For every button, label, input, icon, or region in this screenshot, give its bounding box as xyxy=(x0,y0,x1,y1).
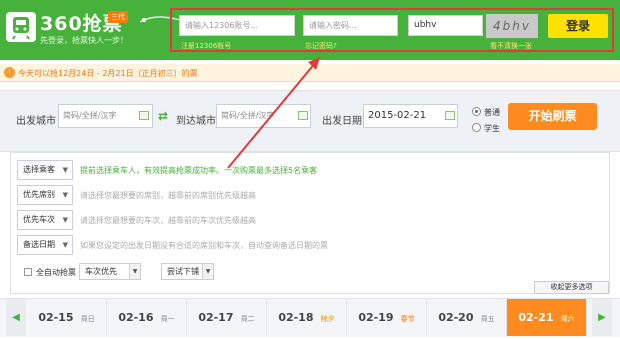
date-tab-date: 02-17 xyxy=(198,311,234,324)
start-booking-button[interactable]: 开始刷票 xyxy=(508,103,597,130)
prev-dates-icon[interactable]: ◀ xyxy=(6,299,26,336)
city-picker-icon[interactable] xyxy=(139,111,149,120)
date-tab-date: 02-15 xyxy=(38,311,74,324)
login-button[interactable]: 登录 xyxy=(548,14,608,38)
from-city-label: 出发城市 xyxy=(16,116,56,127)
auto-booking-label: 全自动抢票 xyxy=(36,268,76,277)
date-tab-date: 02-18 xyxy=(278,311,314,324)
ticket-type-normal-label: 普通 xyxy=(484,108,500,117)
date-tab[interactable]: 02-15 周日 xyxy=(27,299,107,336)
date-tab-weekday: 周日 xyxy=(80,315,95,323)
date-tab[interactable]: 02-20 周五 xyxy=(427,299,507,336)
register-link[interactable]: 注册12306账号 xyxy=(181,41,231,51)
to-city-label: 到达城市 xyxy=(176,116,216,127)
ticket-type-student-label: 学生 xyxy=(484,124,500,133)
date-tab-weekday: 周五 xyxy=(480,315,495,323)
date-tab[interactable]: 02-19 春节 xyxy=(347,299,427,336)
forgot-password-link[interactable]: 忘记密码? xyxy=(305,41,337,51)
date-tab-active[interactable]: 02-21 周六 xyxy=(507,299,587,336)
train-priority-label: 优先车次 xyxy=(23,215,55,224)
seat-hint: 请选择您最想要的席别，越靠前的席别优先级越高 xyxy=(80,191,256,200)
date-tab-date: 02-20 xyxy=(438,311,474,324)
passenger-hint: 提前选择乘车人，有效提高抢票成功率。一次购票最多选择5名乘客 xyxy=(80,166,318,175)
backup-date-dropdown[interactable]: 备选日期 ▼ xyxy=(17,235,73,255)
city-picker-icon[interactable] xyxy=(298,111,308,120)
username-input[interactable]: 请输入12306账号... xyxy=(179,15,295,36)
date-tab-weekday: 周六 xyxy=(560,315,575,323)
date-tab[interactable]: 02-18 除夕 xyxy=(267,299,347,336)
chevron-down-icon: ▼ xyxy=(62,191,68,199)
seat-priority-dropdown[interactable]: 优先席别 ▼ xyxy=(17,185,73,205)
collapse-options-button[interactable]: 收起更多选项 xyxy=(534,281,609,294)
train-priority-dropdown[interactable]: 优先车次 ▼ xyxy=(17,210,73,230)
date-tab-date: 02-19 xyxy=(358,311,394,324)
warning-icon: ! xyxy=(4,67,15,78)
date-tab-weekday: 周二 xyxy=(240,315,255,323)
date-tab-weekday: 周一 xyxy=(160,315,175,323)
chevron-down-icon: ▼ xyxy=(62,241,68,249)
captcha-refresh-link[interactable]: 看不清换一张 xyxy=(490,41,532,51)
chevron-down-icon: ▼ xyxy=(129,264,140,279)
chevron-down-icon: ▼ xyxy=(62,166,68,174)
next-dates-icon[interactable]: ▶ xyxy=(592,299,612,336)
calendar-icon[interactable] xyxy=(445,111,455,120)
train-logo-icon xyxy=(6,12,36,42)
date-tab[interactable]: 02-16 周一 xyxy=(107,299,187,336)
train-priority-select[interactable]: 车次优先 ▼ xyxy=(79,263,141,280)
auto-booking-checkbox[interactable] xyxy=(24,268,32,276)
swap-cities-icon[interactable]: ⇄ xyxy=(158,109,168,123)
select-passenger-dropdown[interactable]: 选择乘客 ▼ xyxy=(17,160,73,180)
ticket-type-student-radio[interactable] xyxy=(472,123,481,132)
backup-date-hint: 如果您设定的出发日期没有合适的席别和车次，自动查询备选日期的票 xyxy=(80,241,328,250)
train-hint: 请选择您最想要的车次，越靠前的车次优先级越高 xyxy=(80,216,256,225)
depart-date-label: 出发日期 xyxy=(322,116,362,127)
depart-date-input[interactable]: 2015-02-21 xyxy=(363,104,458,128)
try-lower-berth-select[interactable]: 尝试下铺 ▼ xyxy=(161,263,214,280)
date-tab[interactable]: 02-17 周二 xyxy=(187,299,267,336)
select-passenger-label: 选择乘客 xyxy=(23,165,55,174)
captcha-image[interactable]: 4bhv xyxy=(486,14,538,38)
date-tab-weekday: 春节 xyxy=(400,315,415,323)
captcha-input[interactable]: ubhv xyxy=(408,15,483,36)
ticket-type-normal-radio[interactable] xyxy=(472,107,481,116)
slogan: 先登录，抢票快人一步！ xyxy=(40,36,128,45)
notice-text: 今天可以抢12月24日 - 2月21日（正月初三）的票 xyxy=(18,69,198,78)
chevron-down-icon: ▼ xyxy=(62,216,68,224)
chevron-down-icon: ▼ xyxy=(202,264,213,279)
date-tab-weekday: 除夕 xyxy=(320,315,335,323)
date-tab-date: 02-16 xyxy=(118,311,154,324)
backup-date-label: 备选日期 xyxy=(23,240,55,249)
try-lower-berth-value: 尝试下铺 xyxy=(167,267,199,276)
version-badge: 三代 xyxy=(108,11,128,23)
date-tab-date: 02-21 xyxy=(518,311,554,324)
to-city-input[interactable]: 简码/全拼/汉字 xyxy=(216,104,311,128)
train-priority-select-value: 车次优先 xyxy=(85,267,117,276)
seat-priority-label: 优先席别 xyxy=(23,190,55,199)
password-input[interactable]: 请输入密码... xyxy=(303,15,398,36)
